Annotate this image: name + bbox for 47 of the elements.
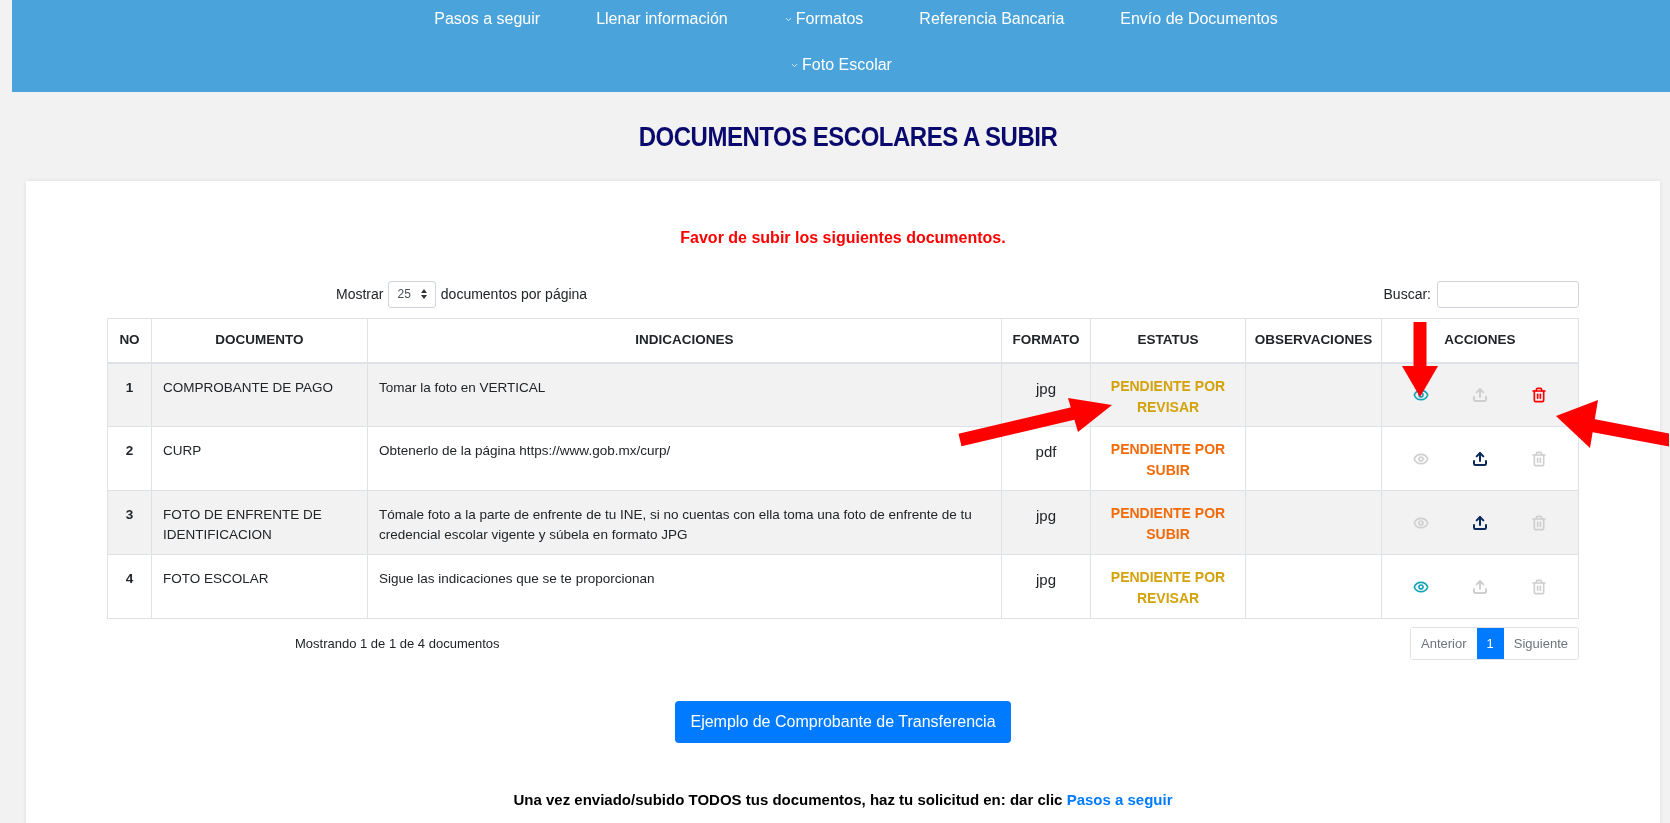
column-header: ESTATUS <box>1090 318 1246 363</box>
example-button[interactable]: Ejemplo de Comprobante de Transferencia <box>675 701 1011 743</box>
instructions-text: Una vez enviado/subido TODOS tus documentos, haz tu solicitud en: dar clic Pasos a seguir <box>513 790 1173 810</box>
sort-icon <box>420 289 427 299</box>
nav-link[interactable]: Pasos a seguir <box>406 7 569 31</box>
status-label: PENDIENTE POR SUBIR <box>1109 440 1227 480</box>
notice-text: Favor de subir los siguientes documentos. <box>680 228 1006 248</box>
table-cell: FOTO DE ENFRENTE DE IDENTIFICACION <box>151 490 368 555</box>
nav-link[interactable]: Referencia Bancaria <box>891 7 1093 31</box>
column-header: FORMATO <box>1001 318 1091 363</box>
status-label: PENDIENTE POR REVISAR <box>1109 568 1227 608</box>
nav-link[interactable]: Formatos <box>755 7 892 31</box>
table-cell: jpg <box>1001 490 1091 555</box>
table-cell: 3 <box>107 490 152 555</box>
table-cell: Tomar la foto en VERTICAL <box>367 362 1002 427</box>
column-header: DOCUMENTO <box>151 318 368 363</box>
trash-icon[interactable] <box>1530 386 1547 403</box>
status-label: PENDIENTE POR REVISAR <box>1109 376 1227 417</box>
table-cell: 4 <box>107 554 152 619</box>
search-field[interactable] <box>1437 280 1579 308</box>
table-info: Mostrando 1 de 1 de 4 documentos <box>295 634 500 653</box>
nav-link[interactable]: Llenar información <box>568 7 756 31</box>
column-header: NO <box>107 318 152 363</box>
table-cell: FOTO ESCOLAR <box>151 554 368 619</box>
table-cell: COMPROBANTE DE PAGO <box>151 362 368 427</box>
table-cell: CURP <box>151 426 368 491</box>
table-cell: Tómale foto a la parte de enfrente de tu INE, si no cuentas con ella toma una foto de enfrente de tu credencial escolar vigente y súbela en formato JPG <box>367 490 1002 555</box>
page-size-select[interactable]: 25 <box>388 280 436 308</box>
page-title: DOCUMENTOS ESCOLARES A SUBIR <box>638 119 1058 154</box>
upload-icon[interactable] <box>1472 514 1488 531</box>
column-header: OBSERVACIONES <box>1245 318 1382 363</box>
per-page-label: documentos por página <box>440 284 588 304</box>
table-cell: 2 <box>107 426 152 491</box>
trash-icon[interactable] <box>1530 578 1547 595</box>
nav-link[interactable]: Envío de Documentos <box>1092 7 1306 31</box>
table-cell: 1 <box>107 362 152 427</box>
upload-icon[interactable] <box>1472 450 1488 467</box>
nav-link[interactable]: Foto Escolar <box>762 53 920 77</box>
table-cell: Sigue las indicaciones que se te proporcionan <box>367 554 1002 619</box>
column-header: INDICACIONES <box>367 318 1002 363</box>
pagination-button[interactable]: 1 <box>1476 628 1504 659</box>
show-label: Mostrar <box>336 284 384 304</box>
trash-icon[interactable] <box>1530 450 1547 467</box>
status-label: PENDIENTE POR SUBIR <box>1109 504 1227 544</box>
table-cell: jpg <box>1001 554 1091 619</box>
steps-link[interactable]: Pasos a seguir <box>1066 791 1173 808</box>
search-label: Buscar: <box>1383 284 1431 304</box>
